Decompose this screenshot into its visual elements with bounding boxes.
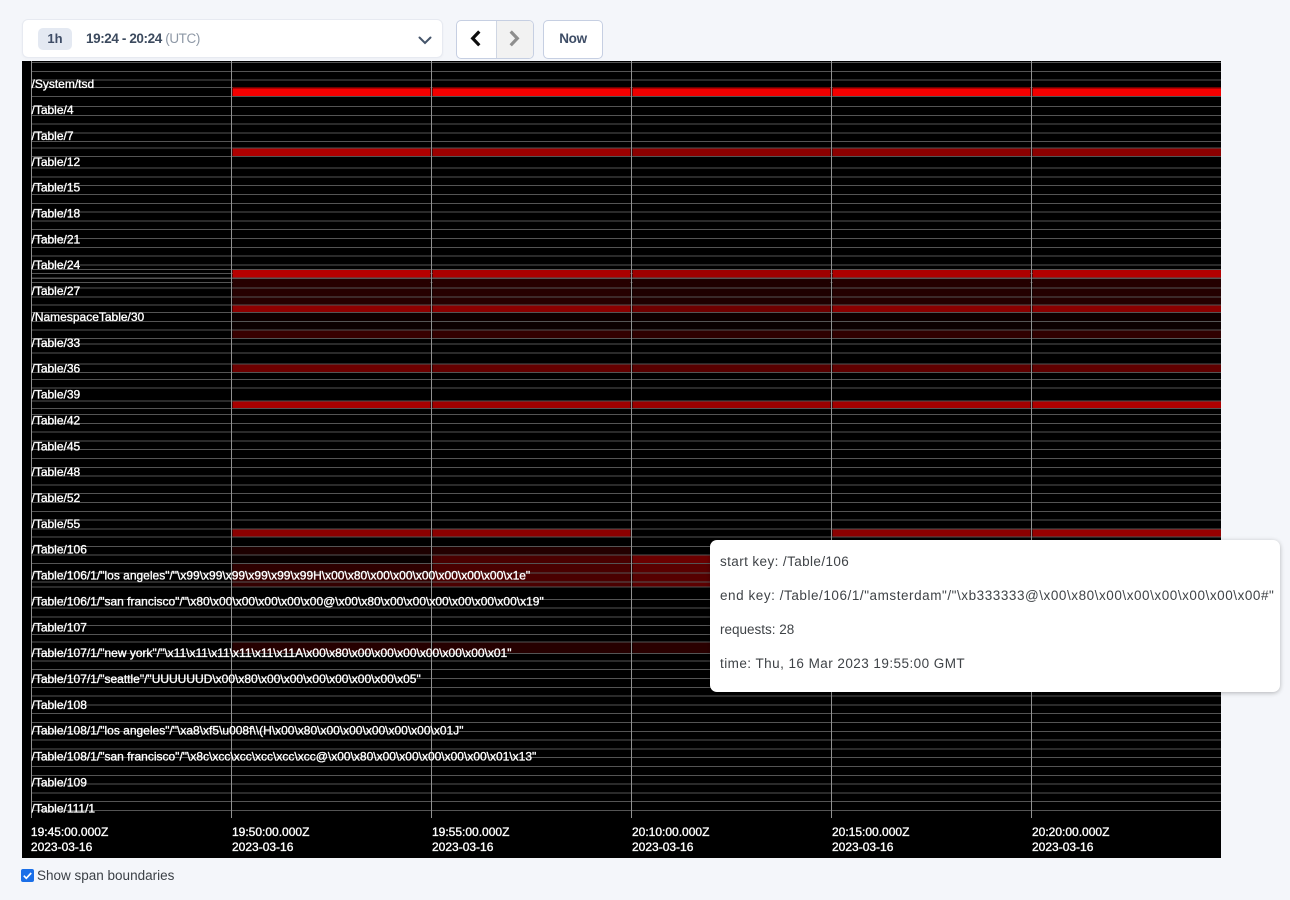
svg-text:/Table/111/1: /Table/111/1 [32, 801, 96, 815]
svg-text:19:45:00.000Z: 19:45:00.000Z [31, 825, 108, 839]
svg-text:/Table/39: /Table/39 [32, 388, 81, 402]
svg-text:2023-03-16: 2023-03-16 [31, 840, 93, 854]
svg-text:2023-03-16: 2023-03-16 [432, 840, 494, 854]
svg-text:/Table/45: /Table/45 [32, 439, 81, 453]
svg-text:/NamespaceTable/30: /NamespaceTable/30 [32, 310, 145, 324]
svg-text:/Table/15: /Table/15 [32, 181, 81, 195]
svg-text:/Table/18: /Table/18 [32, 207, 81, 221]
svg-text:/Table/12: /Table/12 [32, 155, 81, 169]
svg-text:20:20:00.000Z: 20:20:00.000Z [1032, 825, 1109, 839]
svg-text:/System/tsd: /System/tsd [32, 77, 95, 91]
svg-text:19:55:00.000Z: 19:55:00.000Z [432, 825, 509, 839]
svg-text:/Table/48: /Table/48 [32, 465, 81, 479]
svg-text:2023-03-16: 2023-03-16 [832, 840, 894, 854]
svg-text:2023-03-16: 2023-03-16 [1032, 840, 1094, 854]
svg-text:20:10:00.000Z: 20:10:00.000Z [632, 825, 709, 839]
svg-text:/Table/24: /Table/24 [32, 258, 81, 272]
svg-text:/Table/107/1/"seattle"/"UUUUUU: /Table/107/1/"seattle"/"UUUUUUD\x00\x80\… [32, 672, 421, 686]
svg-text:2023-03-16: 2023-03-16 [232, 840, 294, 854]
svg-text:/Table/108/1/"san francisco"/": /Table/108/1/"san francisco"/"\x8c\xcc\x… [32, 750, 537, 764]
svg-text:/Table/21: /Table/21 [32, 232, 81, 246]
svg-text:/Table/33: /Table/33 [32, 336, 81, 350]
svg-text:/Table/106/1/"los angeles"/"\x: /Table/106/1/"los angeles"/"\x99\x99\x99… [32, 569, 531, 583]
svg-text:/Table/107: /Table/107 [32, 620, 88, 634]
svg-text:/Table/108: /Table/108 [32, 698, 88, 712]
svg-text:20:15:00.000Z: 20:15:00.000Z [832, 825, 909, 839]
svg-text:/Table/36: /Table/36 [32, 362, 81, 376]
svg-text:/Table/52: /Table/52 [32, 491, 81, 505]
svg-text:/Table/107/1/"new york"/"\x11\: /Table/107/1/"new york"/"\x11\x11\x11\x1… [32, 646, 512, 660]
svg-text:/Table/108/1/"los angeles"/"\x: /Table/108/1/"los angeles"/"\xa8\xf5\u00… [32, 724, 464, 738]
svg-text:/Table/106: /Table/106 [32, 543, 88, 557]
svg-text:/Table/42: /Table/42 [32, 413, 81, 427]
svg-text:/Table/109: /Table/109 [32, 776, 88, 790]
svg-text:/Table/106/1/"san francisco"/": /Table/106/1/"san francisco"/"\x80\x00\x… [32, 594, 544, 608]
svg-text:/Table/55: /Table/55 [32, 517, 81, 531]
svg-text:19:50:00.000Z: 19:50:00.000Z [232, 825, 309, 839]
svg-text:2023-03-16: 2023-03-16 [632, 840, 694, 854]
svg-text:/Table/27: /Table/27 [32, 284, 81, 298]
svg-text:/Table/4: /Table/4 [32, 103, 74, 117]
svg-text:/Table/7: /Table/7 [32, 129, 74, 143]
